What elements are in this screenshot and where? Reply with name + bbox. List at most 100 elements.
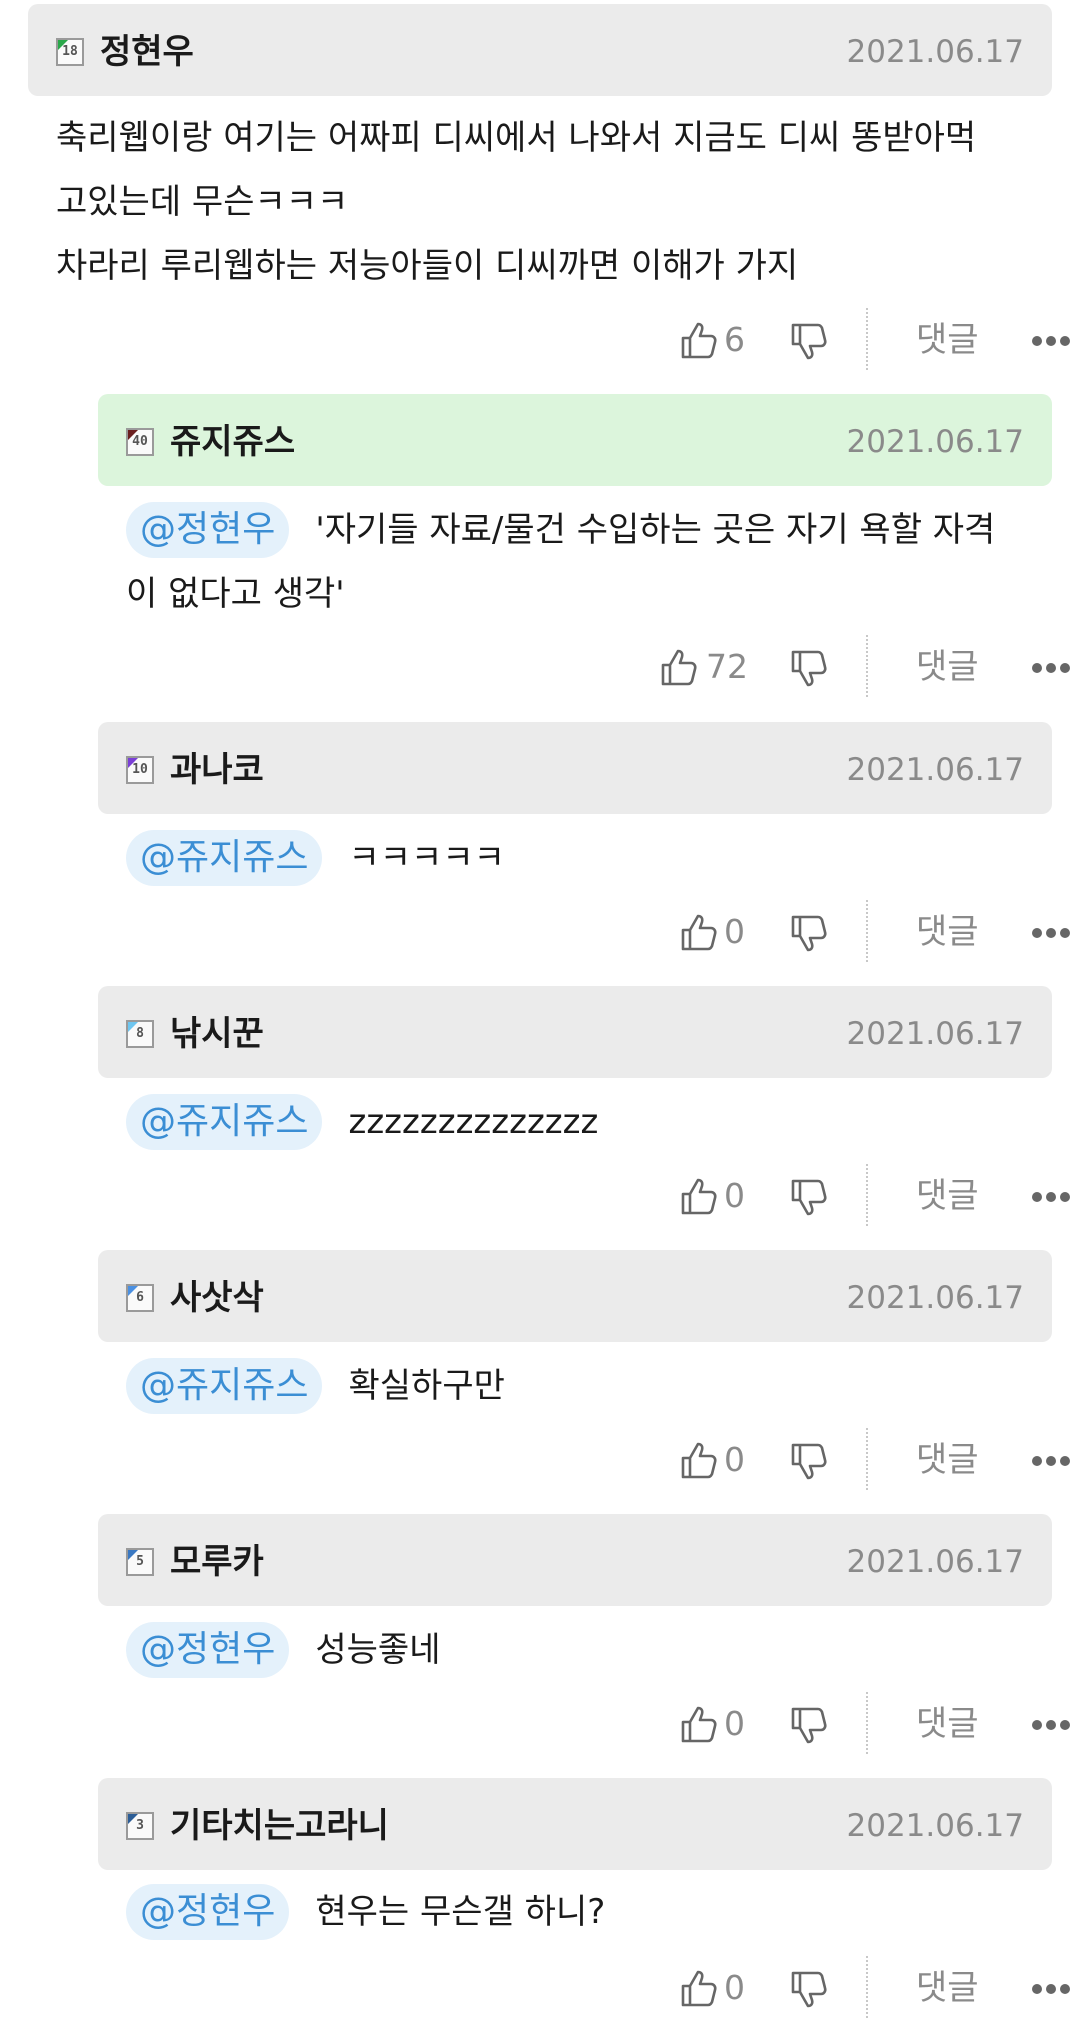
comment-actions: 6 댓글 (680, 308, 1080, 370)
comment-date: 2021.06.17 (846, 752, 1025, 788)
level-corner (128, 1550, 139, 1561)
more-options-icon[interactable] (1032, 1984, 1072, 1996)
author-name[interactable]: 과나코 (170, 748, 264, 792)
thumbs-down-icon[interactable] (790, 1970, 828, 2010)
more-options-icon[interactable] (1032, 1192, 1072, 1204)
level-badge-icon: 5 (126, 1548, 154, 1576)
level-badge-icon: 3 (126, 1812, 154, 1840)
level-badge-icon: 10 (126, 756, 154, 784)
reply-text: 확실하구만 (348, 1366, 505, 1406)
comment-header: 6 사삿삭 2021.06.17 (98, 1250, 1052, 1342)
reply-button[interactable]: 댓글 (916, 1702, 979, 1746)
reply-body: @쥬지쥬스 ㅋㅋㅋㅋㅋ (126, 830, 1056, 886)
comment-actions: 0 댓글 (680, 1164, 1080, 1226)
mention-tag[interactable]: @정현우 (126, 1622, 290, 1678)
comment-header: 8 낚시꾼 2021.06.17 (98, 986, 1052, 1078)
comment-text-line: 고있는데 무슨ㅋㅋㅋ (56, 182, 349, 222)
thumbs-up-icon[interactable] (680, 912, 718, 952)
comment-actions: 0 댓글 (680, 1956, 1080, 2018)
like-count: 0 (724, 1968, 745, 2007)
level-corner (128, 758, 139, 769)
level-badge-icon: 8 (126, 1020, 154, 1048)
like-count: 0 (724, 1440, 745, 1479)
reply-body: @정현우 '자기들 자료/물건 수입하는 곳은 자기 욕할 자격 (126, 502, 1056, 558)
level-badge-icon: 40 (126, 428, 154, 456)
mention-tag[interactable]: @쥬지쥬스 (126, 830, 323, 886)
reply-button[interactable]: 댓글 (916, 645, 979, 689)
comment-date: 2021.06.17 (846, 1544, 1025, 1580)
reply-text: zzzzzzzzzzzzzz (348, 1102, 599, 1142)
reply-body: @정현우 성능좋네 (126, 1622, 1056, 1678)
reply-text: '자기들 자료/물건 수입하는 곳은 자기 욕할 자격 (315, 510, 996, 550)
reply-text: 현우는 무슨갤 하니? (315, 1892, 606, 1932)
thumbs-up-icon[interactable] (660, 647, 698, 687)
comment-text-line: 차라리 루리웹하는 저능아들이 디씨까면 이해가 가지 (56, 246, 799, 286)
author-name[interactable]: 쥬지쥬스 (170, 420, 295, 464)
author-name[interactable]: 사삿삭 (170, 1276, 264, 1320)
level-corner (128, 1022, 139, 1033)
thumbs-up-icon[interactable] (680, 1176, 718, 1216)
reply-body: @쥬지쥬스 확실하구만 (126, 1358, 1056, 1414)
like-count: 0 (724, 1176, 745, 1215)
thumbs-down-icon[interactable] (790, 322, 828, 362)
comment-header: 10 과나코 2021.06.17 (98, 722, 1052, 814)
author-name[interactable]: 낚시꾼 (170, 1012, 264, 1056)
thumbs-up-icon[interactable] (680, 320, 718, 360)
mention-tag[interactable]: @쥬지쥬스 (126, 1094, 323, 1150)
mention-tag[interactable]: @정현우 (126, 502, 290, 558)
like-count: 0 (724, 912, 745, 951)
reply-button[interactable]: 댓글 (916, 1438, 979, 1482)
divider (866, 1956, 868, 2018)
more-options-icon[interactable] (1032, 336, 1072, 348)
comment-date: 2021.06.17 (846, 1280, 1025, 1316)
divider (866, 308, 868, 370)
thumbs-down-icon[interactable] (790, 1442, 828, 1482)
reply-text: 성능좋네 (315, 1630, 441, 1670)
comment-date: 2021.06.17 (846, 1016, 1025, 1052)
level-corner (58, 40, 69, 51)
author-name[interactable]: 모루카 (170, 1540, 264, 1584)
comment-actions: 0 댓글 (680, 1692, 1080, 1754)
comment-header: 18 정현우 2021.06.17 (28, 4, 1052, 96)
divider (866, 1428, 868, 1490)
comment-header: 3 기타치는고라니 2021.06.17 (98, 1778, 1052, 1870)
more-options-icon[interactable] (1032, 1456, 1072, 1468)
thumbs-down-icon[interactable] (790, 1706, 828, 1746)
divider (866, 900, 868, 962)
thumbs-down-icon[interactable] (790, 1178, 828, 1218)
author-name[interactable]: 정현우 (100, 30, 194, 74)
more-options-icon[interactable] (1032, 928, 1072, 940)
reply-text-continued: 이 없다고 생각' (126, 574, 345, 614)
reply-button[interactable]: 댓글 (916, 318, 979, 362)
reply-body: @정현우 현우는 무슨갤 하니? (126, 1884, 1056, 1940)
mention-tag[interactable]: @정현우 (126, 1884, 290, 1940)
more-options-icon[interactable] (1032, 1720, 1072, 1732)
thumbs-down-icon[interactable] (790, 914, 828, 954)
comment-actions: 72 댓글 (660, 635, 1080, 697)
level-corner (128, 1814, 139, 1825)
mention-tag[interactable]: @쥬지쥬스 (126, 1358, 323, 1414)
comment-date: 2021.06.17 (846, 424, 1025, 460)
reply-body: @쥬지쥬스 zzzzzzzzzzzzzz (126, 1094, 1056, 1150)
comment-text-line: 축리웹이랑 여기는 어짜피 디씨에서 나와서 지금도 디씨 똥받아먹 (56, 118, 977, 158)
like-count: 72 (706, 647, 748, 686)
thumbs-up-icon[interactable] (680, 1440, 718, 1480)
comment-actions: 0 댓글 (680, 1428, 1080, 1490)
author-name[interactable]: 기타치는고라니 (170, 1804, 389, 1848)
comment-date: 2021.06.17 (846, 1808, 1025, 1844)
reply-button[interactable]: 댓글 (916, 1966, 979, 2010)
more-options-icon[interactable] (1032, 663, 1072, 675)
level-corner (128, 1286, 139, 1297)
divider (866, 635, 868, 697)
comment-actions: 0 댓글 (680, 900, 1080, 962)
comment-date: 2021.06.17 (846, 34, 1025, 70)
level-badge-icon: 6 (126, 1284, 154, 1312)
reply-text: ㅋㅋㅋㅋㅋ (348, 838, 505, 878)
thumbs-down-icon[interactable] (790, 649, 828, 689)
reply-button[interactable]: 댓글 (916, 910, 979, 954)
reply-button[interactable]: 댓글 (916, 1174, 979, 1218)
thumbs-up-icon[interactable] (680, 1968, 718, 2008)
comment-header: 40 쥬지쥬스 2021.06.17 (98, 394, 1052, 486)
like-count: 0 (724, 1704, 745, 1743)
thumbs-up-icon[interactable] (680, 1704, 718, 1744)
